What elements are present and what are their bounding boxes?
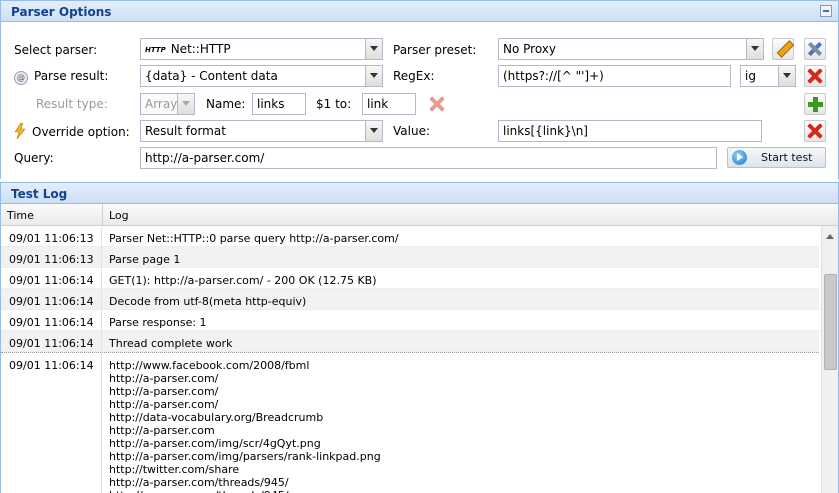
test-log-header: Test Log [0,182,839,204]
parser-select[interactable]: HTTP Net::HTTP [140,38,383,60]
parser-options-title: Parser Options [11,5,112,19]
parser-preset-label: Parser preset: [393,43,477,57]
regex-icon: @ [14,71,28,85]
chevron-down-icon[interactable] [365,66,382,86]
log-result-line: http://www.facebook.com/2008/fbml [109,359,310,372]
log-message-cell: Parser Net::HTTP::0 parse query http://a… [109,232,399,245]
log-time-cell: 09/01 11:06:13 [1,247,102,267]
chevron-down-icon[interactable] [746,39,763,59]
log-message-cell: Thread complete work [109,337,233,350]
parser-select-value: Net::HTTP [170,42,231,56]
result-type-select[interactable]: Array [140,93,195,115]
table-row[interactable]: 09/01 11:06:13 Parse page 1 [1,247,819,268]
regex-input[interactable]: (https?://[^ "']+) [498,65,731,87]
dollar1-to-label: $1 to: [316,97,352,111]
add-icon [808,97,823,112]
log-time-cell: 09/01 11:06:14 [1,331,102,351]
collapse-icon[interactable] [820,5,832,17]
log-column-headers: Time Log [1,204,838,226]
table-row[interactable]: 09/01 11:06:14 Decode from utf-8(meta htt… [1,289,819,310]
log-result-line: http://a-parser.com/ [109,385,219,398]
log-result-line: http://a-parser.com/threads/945/ [109,476,289,489]
parser-options-header: Parser Options [0,0,839,22]
start-test-label: Start test [761,151,813,164]
log-result-line: http://twitter.com/share [109,463,240,476]
table-row[interactable]: 09/01 11:06:13 Parser Net::HTTP::0 parse … [1,226,819,247]
log-result-line: http://a-parser.com [109,424,215,437]
name-label: Name: [206,97,246,111]
parse-result-select[interactable]: {data} - Content data [140,65,383,87]
parser-preset-select[interactable]: No Proxy [498,38,764,60]
log-rows: 09/01 11:06:13 Parser Net::HTTP::0 parse … [1,226,819,493]
table-row[interactable]: 09/01 11:06:14 http://www.facebook.com/20… [1,352,819,493]
vertical-scrollbar[interactable] [821,226,838,493]
regex-flags-select[interactable]: ig [740,65,796,87]
delete-regex-button[interactable] [804,65,826,87]
tools-icon [808,42,822,56]
value-label: Value: [393,124,430,138]
table-row[interactable]: 09/01 11:06:14 Thread complete work [1,331,819,352]
log-result-line: http://a-parser.com/ [109,398,219,411]
table-row[interactable]: 09/01 11:06:14 GET(1): http://a-parser.co… [1,268,819,289]
result-type-value: Array [145,97,178,111]
log-result-line: http://a-parser.com/img/parsers/rank-lin… [109,450,381,463]
chevron-down-icon[interactable] [778,66,795,86]
chevron-down-icon[interactable] [365,39,382,59]
parse-result-label: Parse result: [34,69,109,83]
log-message-cell: Decode from utf-8(meta http-equiv) [109,295,307,308]
override-value-input[interactable]: links[{link}\n] [498,120,762,142]
select-parser-label: Select parser: [14,43,98,57]
play-icon [732,150,747,165]
query-label: Query: [14,151,54,165]
parse-result-value: {data} - Content data [145,69,278,83]
preset-settings-button[interactable] [804,38,826,60]
delete-result-button[interactable] [426,93,448,115]
lightning-icon [14,123,26,139]
regex-flags-value: ig [745,69,756,83]
parse-result-label-wrap: @ Parse result: [14,69,108,85]
delete-icon [808,124,822,138]
log-message-cell: GET(1): http://a-parser.com/ - 200 OK (1… [109,274,377,287]
log-result-line: http://a-parser.com/threads/945/ [109,489,381,493]
table-row[interactable]: 09/01 11:06:14 Parse response: 1 [1,310,819,331]
parser-options-panel: Select parser: HTTP Net::HTTP Parser pres… [0,22,839,179]
name-input[interactable]: links [252,93,306,115]
override-option-select[interactable]: Result format [140,120,383,142]
log-time-cell: 09/01 11:06:14 [1,310,102,330]
log-message-cell: Parse page 1 [109,253,181,266]
chevron-down-icon[interactable] [177,94,194,114]
log-message-cell: http://www.facebook.com/2008/fbml http://… [102,353,381,493]
scroll-up-icon[interactable] [826,234,834,239]
delete-icon [430,97,444,111]
start-test-button[interactable]: Start test [727,147,826,168]
result-type-label: Result type: [36,97,108,111]
delete-override-button[interactable] [804,120,826,142]
log-time-cell: 09/01 11:06:14 [1,353,102,493]
log-message-cell: Parse response: 1 [109,316,207,329]
query-input[interactable]: http://a-parser.com/ [140,147,717,169]
test-log-title: Test Log [11,187,68,201]
test-log-grid: Time Log 09/01 11:06:13 Parser Net::HTTP:… [0,204,839,493]
log-result-line: http://data-vocabulary.org/Breadcrumb [109,411,324,424]
pencil-icon [776,41,792,57]
chevron-down-icon[interactable] [365,121,382,141]
regex-label: RegEx: [393,69,435,83]
override-option-label-wrap: Override option: [14,123,130,139]
override-option-label: Override option: [32,125,130,139]
time-column-header[interactable]: Time [1,204,103,226]
http-icon: HTTP [145,46,166,54]
parser-preset-value: No Proxy [503,42,557,56]
scrollbar-thumb[interactable] [824,274,837,370]
edit-preset-button[interactable] [772,38,794,60]
log-time-cell: 09/01 11:06:14 [1,268,102,288]
log-time-cell: 09/01 11:06:13 [1,226,102,246]
log-time-cell: 09/01 11:06:14 [1,289,102,309]
delete-icon [808,69,822,83]
add-regex-button[interactable] [804,93,826,115]
override-option-value: Result format [145,124,226,138]
log-result-line: http://a-parser.com/img/scr/4gQyt.png [109,437,321,450]
log-result-line: http://a-parser.com/ [109,372,219,385]
log-column-header[interactable]: Log [103,204,838,226]
dollar1-to-input[interactable]: link [362,93,416,115]
